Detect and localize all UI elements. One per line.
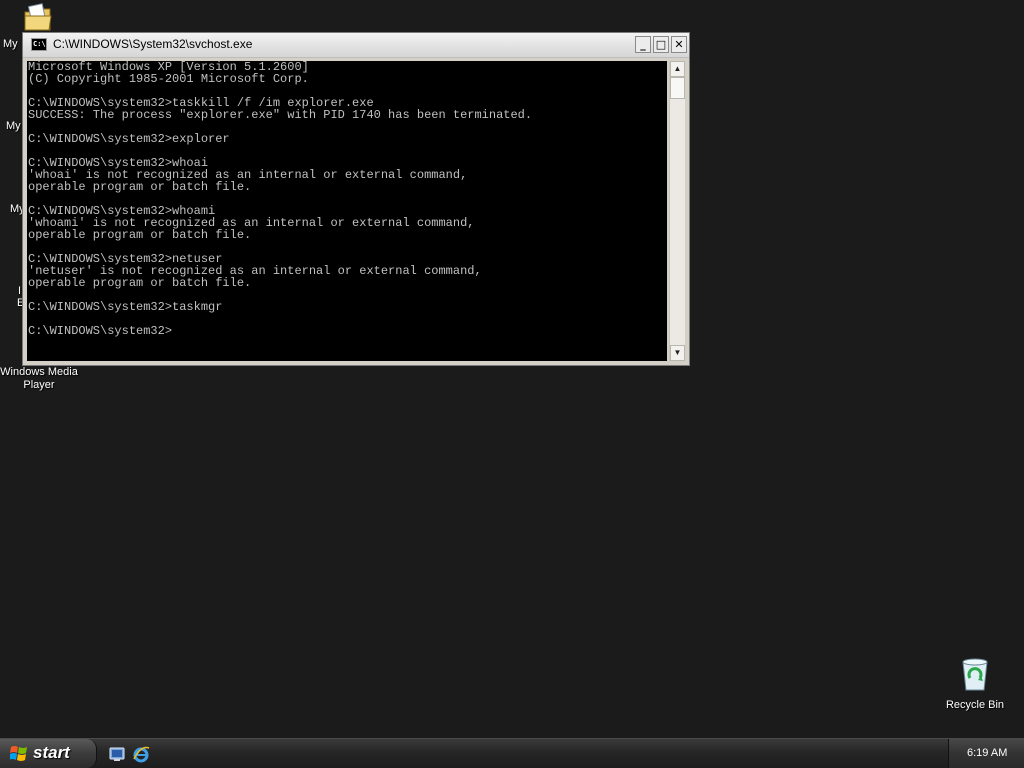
- recycle-bin-shortcut[interactable]: Recycle Bin: [940, 656, 1010, 712]
- console-output-area[interactable]: Microsoft Windows XP [Version 5.1.2600] …: [27, 61, 667, 361]
- recycle-bin-label: Recycle Bin: [945, 699, 1005, 711]
- windows-media-player-label: Windows Media Player: [0, 366, 78, 391]
- show-desktop-icon[interactable]: [108, 745, 126, 763]
- desktop-label-my-computer[interactable]: My: [6, 120, 21, 132]
- scroll-thumb[interactable]: [670, 77, 685, 99]
- windows-flag-icon: [10, 746, 27, 761]
- scroll-down-button[interactable]: ▼: [670, 345, 685, 361]
- console-window[interactable]: C:\ C:\WINDOWS\System32\svchost.exe _ □ …: [22, 32, 690, 366]
- desktop-label-my-documents[interactable]: My: [3, 38, 18, 50]
- windows-media-player-shortcut[interactable]: Windows Media Player: [0, 366, 78, 392]
- start-button[interactable]: start: [0, 739, 97, 768]
- console-icon[interactable]: C:\: [31, 38, 47, 51]
- internet-explorer-icon[interactable]: [132, 745, 150, 763]
- close-button[interactable]: ✕: [671, 36, 687, 53]
- my-documents-icon[interactable]: [22, 2, 54, 32]
- window-title: C:\WINDOWS\System32\svchost.exe: [53, 37, 253, 51]
- clock[interactable]: 6:19 AM: [967, 747, 1007, 759]
- start-label: start: [33, 743, 70, 762]
- scroll-up-button[interactable]: ▲: [670, 61, 685, 77]
- console-text: Microsoft Windows XP [Version 5.1.2600] …: [28, 61, 533, 338]
- system-tray: 6:19 AM: [948, 739, 1024, 768]
- vertical-scrollbar[interactable]: ▲ ▼: [669, 61, 685, 361]
- minimize-button[interactable]: _: [635, 36, 651, 53]
- desktop-label-ie-1[interactable]: I: [18, 285, 21, 297]
- window-titlebar[interactable]: C:\ C:\WINDOWS\System32\svchost.exe _ □ …: [23, 33, 689, 58]
- maximize-button[interactable]: □: [653, 36, 669, 53]
- taskbar: start 6:19 AM: [0, 738, 1024, 768]
- recycle-bin-icon: [962, 658, 988, 691]
